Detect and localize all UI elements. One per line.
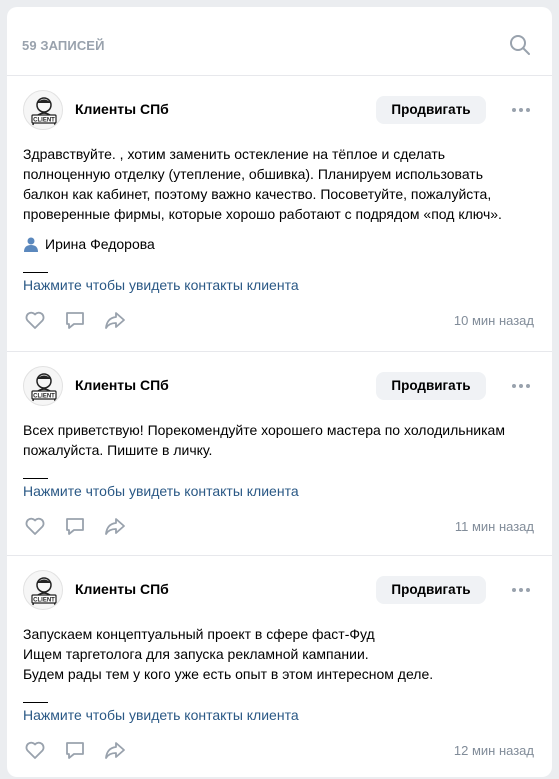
like-icon[interactable] bbox=[23, 308, 47, 332]
avatar-label: CLIENT bbox=[33, 118, 55, 124]
avatar-label: CLIENT bbox=[33, 598, 55, 604]
feed-header: 59 ЗАПИСЕЙ bbox=[7, 7, 552, 75]
post-author[interactable]: Клиенты СПб bbox=[75, 377, 169, 393]
more-icon[interactable] bbox=[512, 378, 530, 394]
like-icon[interactable] bbox=[23, 514, 47, 538]
promote-button[interactable]: Продвигать bbox=[376, 576, 486, 604]
contacts-link[interactable]: Нажмите чтобы увидеть контакты клиента bbox=[7, 479, 552, 501]
comment-icon[interactable] bbox=[63, 514, 87, 538]
post-header: CLIENT Клиенты СПб Продвигать bbox=[7, 76, 552, 144]
share-icon[interactable] bbox=[103, 738, 127, 762]
post-time[interactable]: 11 мин назад bbox=[455, 519, 534, 534]
posts-count: 59 ЗАПИСЕЙ bbox=[22, 38, 105, 53]
avatar[interactable]: CLIENT bbox=[23, 570, 63, 610]
more-icon[interactable] bbox=[512, 102, 530, 118]
post-time[interactable]: 10 мин назад bbox=[454, 313, 534, 328]
post: CLIENT Клиенты СПб Продвигать Всех приве… bbox=[7, 351, 552, 555]
promote-button[interactable]: Продвигать bbox=[376, 372, 486, 400]
contacts-link[interactable]: Нажмите чтобы увидеть контакты клиента bbox=[7, 273, 552, 295]
user-icon bbox=[24, 237, 38, 252]
post-actions: 12 мин назад bbox=[7, 725, 552, 775]
post-text: Всех приветствую! Порекомендуйте хорошег… bbox=[23, 422, 505, 458]
avatar[interactable]: CLIENT bbox=[23, 90, 63, 130]
avatar-label: CLIENT bbox=[33, 394, 55, 400]
post-header: CLIENT Клиенты СПб Продвигать bbox=[7, 352, 552, 420]
like-icon[interactable] bbox=[23, 738, 47, 762]
post: CLIENT Клиенты СПб Продвигать Здравствуй… bbox=[7, 75, 552, 351]
search-icon[interactable] bbox=[509, 34, 531, 56]
post-header: CLIENT Клиенты СПб Продвигать bbox=[7, 556, 552, 624]
post-author[interactable]: Клиенты СПб bbox=[75, 101, 169, 117]
post: CLIENT Клиенты СПб Продвигать Запускаем … bbox=[7, 555, 552, 779]
contacts-link[interactable]: Нажмите чтобы увидеть контакты клиента bbox=[7, 703, 552, 725]
comment-icon[interactable] bbox=[63, 308, 87, 332]
share-icon[interactable] bbox=[103, 308, 127, 332]
post-signer[interactable]: Ирина Федорова bbox=[7, 224, 552, 254]
post-author[interactable]: Клиенты СПб bbox=[75, 581, 169, 597]
wall-feed: 59 ЗАПИСЕЙ CLIENT Клиенты СПб Продвигать… bbox=[7, 7, 552, 777]
post-text: Запускаем концептуальный проект в сфере … bbox=[23, 626, 434, 682]
post-actions: 11 мин назад bbox=[7, 501, 552, 551]
comment-icon[interactable] bbox=[63, 738, 87, 762]
promote-button[interactable]: Продвигать bbox=[376, 96, 486, 124]
post-actions: 10 мин назад bbox=[7, 295, 552, 345]
signer-name: Ирина Федорова bbox=[45, 236, 155, 252]
post-time[interactable]: 12 мин назад bbox=[454, 743, 534, 758]
post-text: Здравствуйте. , хотим заменить остеклени… bbox=[23, 146, 502, 222]
share-icon[interactable] bbox=[103, 514, 127, 538]
avatar[interactable]: CLIENT bbox=[23, 366, 63, 406]
more-icon[interactable] bbox=[512, 582, 530, 598]
